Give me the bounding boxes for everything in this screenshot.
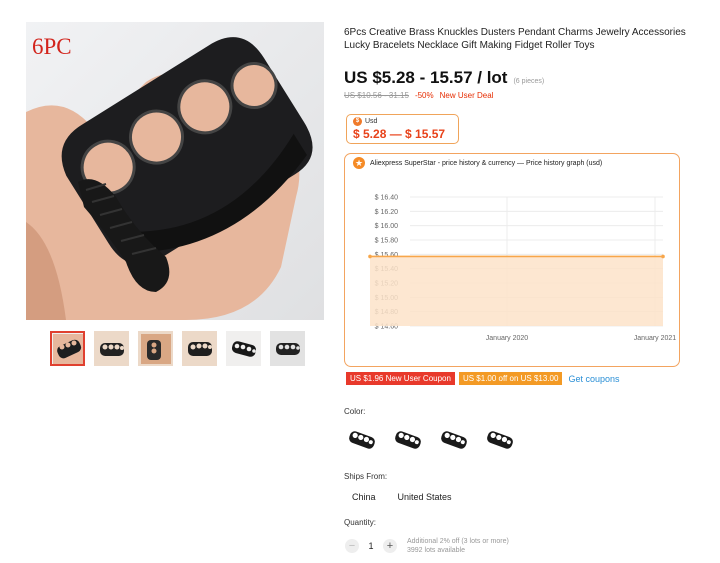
original-price: US $10.56 - 31.15 — [344, 91, 409, 100]
thumbnail-strip — [50, 331, 305, 366]
price-range: US $5.28 - 15.57 / lot — [344, 68, 508, 87]
knuckles-swatch-icon — [395, 431, 421, 449]
discount-badge: -50% — [414, 91, 434, 100]
quantity-label: Quantity: — [344, 518, 377, 527]
product-title: 6Pcs Creative Brass Knuckles Dusters Pen… — [344, 27, 686, 51]
thumbnail-item[interactable] — [50, 331, 85, 366]
knuckles-thumb-icon — [275, 342, 300, 355]
thumbnail-item[interactable] — [270, 331, 305, 366]
pieces-note: (6 pieces) — [513, 78, 545, 85]
knuckles-thumb-icon — [52, 333, 83, 364]
ships-from-label: Ships From: — [344, 472, 388, 481]
knuckles-photo — [26, 22, 324, 320]
color-label: Color: — [344, 407, 366, 416]
knuckles-thumb-icon — [140, 333, 171, 364]
quantity-stepper: − 1 + Additional 2% off (3 lots or more)… — [345, 537, 509, 555]
knuckles-thumb-icon — [231, 340, 256, 357]
price-row: US $5.28 - 15.57 / lot (6 pieces) — [344, 68, 544, 88]
knuckles-swatch-icon — [441, 431, 467, 449]
original-price-row: US $10.56 - 31.15 -50% New User Deal — [344, 91, 493, 100]
price-point — [661, 254, 665, 259]
thumbnail-item[interactable] — [226, 331, 261, 366]
color-options — [346, 424, 516, 456]
color-option[interactable] — [438, 424, 470, 456]
y-tick-label: $ 16.00 — [375, 223, 398, 230]
quantity-value[interactable]: 1 — [367, 541, 375, 551]
knuckles-swatch-icon — [349, 431, 375, 449]
ships-from-options: China United States — [352, 492, 452, 502]
currency-price-box: $ Usd $ 5.28 — $ 15.57 — [346, 114, 459, 144]
price-area — [370, 256, 663, 326]
color-option[interactable] — [346, 424, 378, 456]
currency-label-row: $ Usd — [353, 117, 452, 126]
knuckles-thumb-icon — [187, 341, 212, 356]
store-coupon[interactable]: US $1.00 off on US $13.00 — [458, 372, 563, 385]
x-tick-label: January 2020 — [486, 335, 529, 342]
new-user-deal: New User Deal — [439, 91, 494, 100]
color-option[interactable] — [484, 424, 516, 456]
price-history-chart: $ 16.40$ 16.20$ 16.00$ 15.80$ 15.60$ 15.… — [368, 195, 677, 342]
pack-size-badge: 6PC — [32, 34, 72, 59]
color-option[interactable] — [392, 424, 424, 456]
thumbnail-item[interactable] — [182, 331, 217, 366]
knuckles-thumb-icon — [99, 342, 124, 356]
currency-label: Usd — [365, 118, 378, 125]
bulk-discount-note: Additional 2% off (3 lots or more) — [407, 538, 509, 545]
currency-price: $ 5.28 — $ 15.57 — [353, 127, 446, 141]
quantity-decrease-button[interactable]: − — [345, 539, 359, 553]
quantity-increase-button[interactable]: + — [383, 539, 397, 553]
y-tick-label: $ 16.20 — [375, 209, 398, 216]
thumbnail-item[interactable] — [138, 331, 173, 366]
price-point — [368, 254, 372, 259]
get-coupons-link[interactable]: Get coupons — [568, 374, 619, 384]
coupon-row: US $1.96 New User Coupon US $1.00 off on… — [346, 372, 619, 385]
y-tick-label: $ 16.40 — [375, 195, 398, 202]
knuckles-swatch-icon — [487, 431, 513, 449]
y-tick-label: $ 15.80 — [375, 238, 398, 245]
coin-icon: $ — [353, 117, 362, 126]
ship-option-china[interactable]: China — [352, 492, 376, 502]
thumbnail-item[interactable] — [94, 331, 129, 366]
x-tick-label: January 2021 — [634, 335, 677, 342]
lots-available: 3992 lots available — [407, 547, 465, 554]
quantity-info: Additional 2% off (3 lots or more) 3992 … — [407, 537, 509, 555]
new-user-coupon[interactable]: US $1.96 New User Coupon — [346, 372, 455, 385]
price-history-panel: ★ Aliexpress SuperStar - price history &… — [344, 153, 680, 367]
main-product-image[interactable]: 6PC — [26, 22, 324, 320]
ship-option-united-states[interactable]: United States — [398, 492, 452, 502]
